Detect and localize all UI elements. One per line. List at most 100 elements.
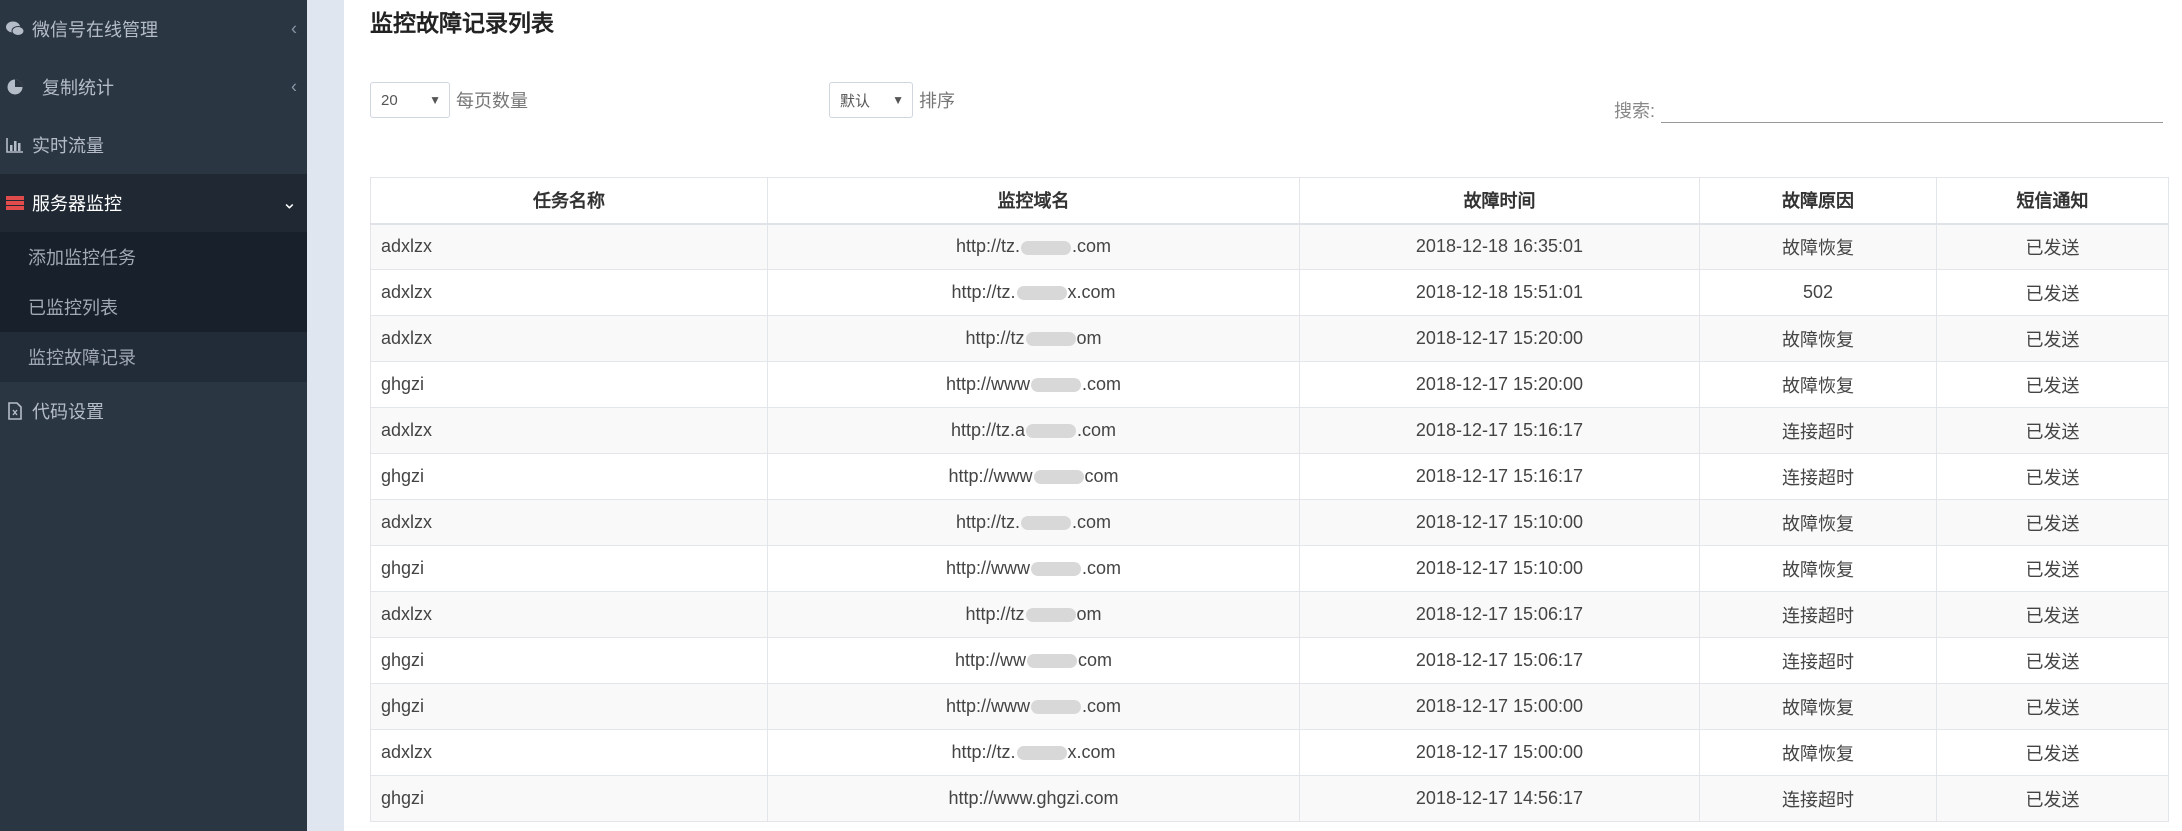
cell-task: adxlzx bbox=[370, 499, 768, 546]
domain-suffix: .com bbox=[1072, 236, 1112, 257]
column-header-time[interactable]: 故障时间 bbox=[1299, 177, 1700, 225]
table-row: adxlzx http://tz om 2018-12-17 15:20:00 故障恢复… bbox=[370, 315, 2169, 362]
sort-label: 排序 bbox=[919, 91, 955, 111]
cell-time: 2018-12-17 15:20:00 bbox=[1299, 315, 1700, 362]
wechat-icon bbox=[4, 18, 26, 40]
caret-down-icon: ▼ bbox=[429, 93, 441, 107]
cell-task: ghgzi bbox=[370, 453, 768, 500]
server-icon bbox=[4, 192, 26, 214]
domain-suffix: x.com bbox=[1067, 282, 1116, 302]
submenu-item-label: 监控故障记录 bbox=[28, 348, 136, 368]
cell-reason: 502 bbox=[1699, 269, 1937, 316]
column-header-sms[interactable]: 短信通知 bbox=[1936, 177, 2169, 225]
table-row: adxlzx http://tz. x.com 2018-12-17 15:00:00… bbox=[370, 729, 2169, 776]
cell-domain: http://www .com bbox=[767, 361, 1300, 408]
cell-reason: 连接超时 bbox=[1699, 407, 1937, 454]
submenu-item-label: 添加监控任务 bbox=[28, 248, 136, 268]
content-gutter bbox=[307, 0, 344, 831]
table-row: ghgzi http://www com 2018-12-17 15:16:17 连接超… bbox=[370, 453, 2169, 500]
cell-time: 2018-12-17 15:16:17 bbox=[1299, 407, 1700, 454]
domain-suffix: om bbox=[1076, 604, 1102, 624]
submenu-item-label: 已监控列表 bbox=[28, 298, 118, 318]
sidebar-item-realtime-traffic[interactable]: 实时流量 bbox=[0, 116, 307, 174]
cell-sms: 已发送 bbox=[1936, 683, 2169, 730]
cell-time: 2018-12-17 14:56:17 bbox=[1299, 775, 1700, 822]
caret-down-icon: ▼ bbox=[892, 93, 904, 107]
cell-sms: 已发送 bbox=[1936, 269, 2169, 316]
domain-prefix: http://www bbox=[945, 374, 1030, 394]
cell-task: ghgzi bbox=[370, 361, 768, 408]
redaction-blur bbox=[1031, 562, 1081, 577]
domain-suffix: .com bbox=[1072, 512, 1112, 532]
domain-prefix: http://www bbox=[945, 696, 1030, 716]
cell-domain: http://www.ghgzi.com bbox=[767, 775, 1300, 822]
domain-prefix: http://tz bbox=[965, 328, 1025, 348]
column-header-task[interactable]: 任务名称 bbox=[370, 177, 768, 225]
search-box: 搜索: bbox=[1614, 96, 2164, 123]
cell-time: 2018-12-17 15:06:17 bbox=[1299, 591, 1700, 638]
fault-records-table: 任务名称 监控域名 故障时间 故障原因 短信通知 adxlzx http://tz… bbox=[370, 177, 2169, 822]
table-row: ghgzi http://www.ghgzi.com 2018-12-17 14:5… bbox=[370, 775, 2169, 822]
cell-reason: 连接超时 bbox=[1699, 637, 1937, 684]
submenu-item-add-task[interactable]: 添加监控任务 bbox=[0, 232, 307, 282]
main-content: 监控故障记录列表 20 ▼ 每页数量 默认 ▼ 排序 搜索: 任务名称 监控域名 bbox=[344, 0, 2182, 831]
sidebar-item-wechat[interactable]: 微信号在线管理 ‹ bbox=[0, 0, 307, 58]
sidebar-item-label: 微信号在线管理 bbox=[32, 20, 158, 40]
chevron-left-icon: ‹ bbox=[291, 76, 297, 97]
bar-chart-icon bbox=[4, 134, 26, 156]
cell-time: 2018-12-17 15:00:00 bbox=[1299, 729, 1700, 776]
table-header-row: 任务名称 监控域名 故障时间 故障原因 短信通知 bbox=[370, 177, 2169, 225]
sidebar-item-copy-stats[interactable]: 复制统计 ‹ bbox=[0, 58, 307, 116]
redaction-blur bbox=[1031, 378, 1081, 393]
cell-reason: 故障恢复 bbox=[1699, 223, 1937, 270]
domain-suffix: .com bbox=[1077, 420, 1117, 440]
cell-sms: 已发送 bbox=[1936, 545, 2169, 592]
cell-task: adxlzx bbox=[370, 223, 768, 270]
cell-domain: http://tz. .com bbox=[767, 223, 1300, 270]
domain-suffix: com bbox=[1078, 650, 1113, 670]
cell-task: ghgzi bbox=[370, 775, 768, 822]
submenu-item-fault-records[interactable]: 监控故障记录 bbox=[0, 332, 307, 382]
cell-time: 2018-12-17 15:00:00 bbox=[1299, 683, 1700, 730]
domain-prefix: http://www.ghgzi.com bbox=[948, 788, 1119, 808]
sidebar-item-server-monitor[interactable]: 服务器监控 ⌄ bbox=[0, 174, 307, 232]
search-input[interactable] bbox=[1661, 96, 2164, 123]
submenu-item-monitored-list[interactable]: 已监控列表 bbox=[0, 282, 307, 332]
cell-domain: http://www .com bbox=[767, 545, 1300, 592]
server-monitor-submenu: 添加监控任务 已监控列表 监控故障记录 bbox=[0, 232, 307, 382]
page-title: 监控故障记录列表 bbox=[370, 10, 554, 36]
redaction-blur bbox=[1025, 332, 1076, 347]
cell-sms: 已发送 bbox=[1936, 453, 2169, 500]
cell-sms: 已发送 bbox=[1936, 591, 2169, 638]
cell-reason: 故障恢复 bbox=[1699, 729, 1937, 776]
page-size-select[interactable]: 20 ▼ bbox=[370, 82, 450, 118]
sidebar-item-label: 服务器监控 bbox=[32, 194, 122, 214]
cell-task: adxlzx bbox=[370, 407, 768, 454]
cell-time: 2018-12-17 15:16:17 bbox=[1299, 453, 1700, 500]
table-row: ghgzi http://www .com 2018-12-17 15:10:00 故障… bbox=[370, 545, 2169, 592]
search-label: 搜索: bbox=[1614, 101, 1656, 121]
cell-sms: 已发送 bbox=[1936, 637, 2169, 684]
domain-prefix: http://tz. bbox=[951, 742, 1016, 762]
sort-select[interactable]: 默认 ▼ bbox=[829, 82, 913, 118]
table-row: adxlzx http://tz om 2018-12-17 15:06:17 连接超时… bbox=[370, 591, 2169, 638]
cell-domain: http://www com bbox=[767, 453, 1300, 500]
cell-reason: 故障恢复 bbox=[1699, 361, 1937, 408]
column-header-domain[interactable]: 监控域名 bbox=[767, 177, 1300, 225]
sidebar: 微信号在线管理 ‹ 复制统计 ‹ 实时流量 服务器监控 ⌄ 添加监控任务 已监控… bbox=[0, 0, 307, 831]
sidebar-item-label: 代码设置 bbox=[32, 402, 104, 422]
domain-prefix: http://tz. bbox=[955, 236, 1020, 257]
cell-domain: http://tz om bbox=[767, 591, 1300, 638]
table-row: ghgzi http://www .com 2018-12-17 15:20:00 故障… bbox=[370, 361, 2169, 408]
cell-domain: http://tz om bbox=[767, 315, 1300, 362]
table-row: ghgzi http://www .com 2018-12-17 15:00:00 故障… bbox=[370, 683, 2169, 730]
cell-task: ghgzi bbox=[370, 637, 768, 684]
redaction-blur bbox=[1027, 654, 1077, 669]
column-header-reason[interactable]: 故障原因 bbox=[1699, 177, 1937, 225]
pie-chart-icon bbox=[4, 76, 26, 98]
sort-value: 默认 bbox=[840, 92, 871, 110]
code-file-icon bbox=[4, 400, 26, 422]
page-size-control: 20 ▼ 每页数量 bbox=[370, 82, 528, 118]
page-size-value: 20 bbox=[381, 91, 398, 109]
sidebar-item-code-settings[interactable]: 代码设置 bbox=[0, 382, 307, 440]
